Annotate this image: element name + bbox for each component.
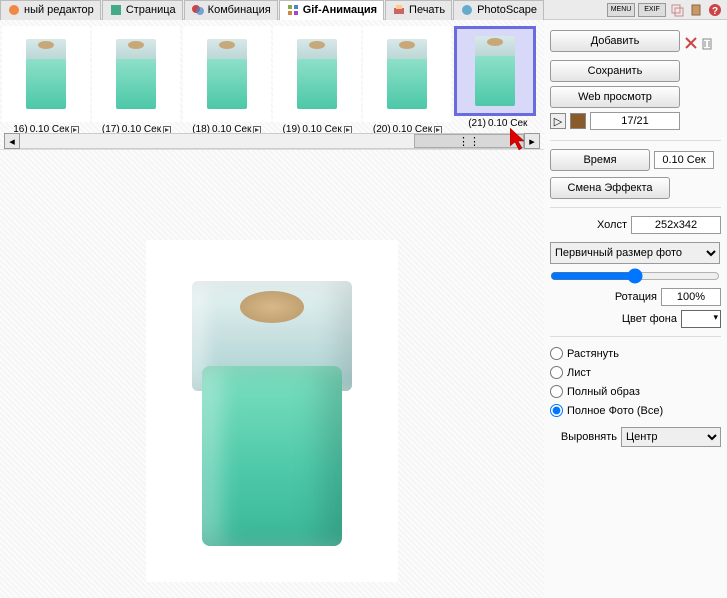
print-icon [392, 3, 406, 17]
copy-icon[interactable] [669, 2, 685, 18]
preview-image [146, 240, 398, 582]
thumbnail-19[interactable]: (19) 0.10 Сек [273, 26, 361, 135]
thumbnail-17[interactable]: (17) 0.10 Сек [92, 26, 180, 135]
save-button[interactable]: Сохранить [550, 60, 680, 82]
preview-area [0, 150, 544, 598]
radio-full-image[interactable]: Полный образ [550, 385, 721, 398]
canvas-label: Холст [597, 219, 627, 231]
thumbnail-18[interactable]: (18) 0.10 Сек [183, 26, 271, 135]
tab-combination[interactable]: Комбинация [184, 0, 278, 20]
stop-button[interactable] [570, 113, 586, 129]
bg-color-label: Цвет фона [622, 313, 677, 325]
scroll-thumb[interactable]: ⋮⋮ [414, 134, 524, 148]
thumbnail-20[interactable]: (20) 0.10 Сек [363, 26, 451, 135]
app-icon [460, 3, 474, 17]
frame-counter: 17/21 [590, 112, 680, 130]
tab-editor[interactable]: ный редактор [0, 0, 101, 20]
radio-full-photo[interactable]: Полное Фото (Все) [550, 404, 721, 417]
rotation-value: 100% [661, 288, 721, 306]
paste-icon[interactable] [688, 2, 704, 18]
size-slider[interactable] [550, 268, 720, 284]
main-toolbar: ный редактор Страница Комбинация Gif-Ани… [0, 0, 727, 20]
delete-all-icon[interactable] [700, 36, 714, 50]
combo-icon [191, 3, 205, 17]
size-mode-select[interactable]: Первичный размер фото [550, 242, 720, 264]
change-effect-button[interactable]: Смена Эффекта [550, 177, 670, 199]
tab-photoscape[interactable]: PhotoScape [453, 0, 544, 20]
align-select[interactable]: Центр [621, 427, 721, 447]
time-value: 0.10 Сек [654, 151, 714, 169]
gif-icon [286, 3, 300, 17]
play-button[interactable]: ▷ [550, 113, 566, 129]
time-button[interactable]: Время [550, 149, 650, 171]
delete-one-icon[interactable] [684, 36, 698, 50]
add-button[interactable]: Добавить [550, 30, 680, 52]
radio-stretch[interactable]: Растянуть [550, 347, 721, 360]
right-panel: Добавить Сохранить Web просмотр ▷ 17/21 … [544, 20, 727, 598]
web-preview-button[interactable]: Web просмотр [550, 86, 680, 108]
horizontal-scrollbar[interactable]: ◂ ⋮⋮ ▸ [4, 133, 540, 149]
thumbnail-16[interactable]: 16) 0.10 Сек [2, 26, 90, 135]
align-label: Выровнять [561, 431, 617, 443]
tab-gif-animation[interactable]: Gif-Анимация [279, 0, 384, 20]
tab-page[interactable]: Страница [102, 0, 183, 20]
thumbnail-21-selected[interactable]: (21) 0.10 Сек [454, 26, 542, 135]
main-area: 16) 0.10 Сек (17) 0.10 Сек (18) 0.10 Сек… [0, 20, 727, 598]
left-panel: 16) 0.10 Сек (17) 0.10 Сек (18) 0.10 Сек… [0, 20, 544, 598]
help-icon[interactable]: ? [707, 2, 723, 18]
toolbar-right: MENU EXIF ? [607, 2, 727, 18]
exif-button[interactable]: EXIF [638, 3, 666, 17]
page-icon [109, 3, 123, 17]
bg-color-picker[interactable] [681, 310, 721, 328]
rotation-label: Ротация [615, 291, 657, 303]
cursor-icon [510, 128, 530, 152]
menu-button[interactable]: MENU [607, 3, 635, 17]
radio-sheet[interactable]: Лист [550, 366, 721, 379]
scroll-left-arrow[interactable]: ◂ [4, 133, 20, 149]
editor-icon [7, 3, 21, 17]
fit-mode-group: Растянуть Лист Полный образ Полное Фото … [550, 347, 721, 417]
canvas-size: 252x342 [631, 216, 721, 234]
scroll-track[interactable]: ⋮⋮ [20, 133, 524, 149]
svg-text:?: ? [712, 6, 718, 17]
tab-print[interactable]: Печать [385, 0, 452, 20]
thumbnail-strip: 16) 0.10 Сек (17) 0.10 Сек (18) 0.10 Сек… [0, 20, 544, 150]
